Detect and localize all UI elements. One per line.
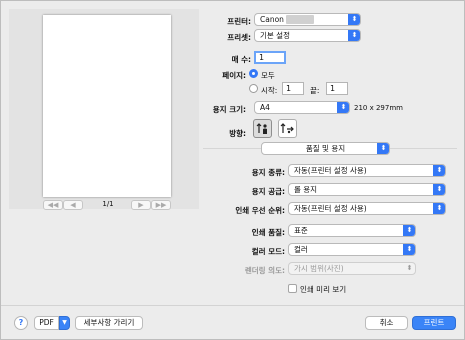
pages-range-radio[interactable] — [249, 84, 258, 93]
paper-size-popup[interactable]: A4 ⬍ — [254, 101, 350, 114]
rendering-intent-value: 가시 범위(사진) — [294, 264, 344, 273]
pages-to-field[interactable]: 1 — [326, 82, 348, 95]
landscape-button[interactable] — [278, 119, 297, 138]
preset-value: 기본 설정 — [260, 31, 290, 40]
section-popup[interactable]: 품질 및 용지 ⬍ — [261, 142, 390, 155]
print-quality-popup[interactable]: 표준 ⬍ — [288, 224, 416, 237]
hide-details-button[interactable]: 세부사항 가리기 — [75, 316, 143, 330]
paper-source-popup[interactable]: 롤 용지 ⬍ — [288, 183, 446, 196]
copies-field[interactable]: 1 — [254, 51, 286, 64]
media-type-value: 자동(프린터 설정 사용) — [294, 166, 367, 175]
pages-from-label: 시작: — [261, 86, 278, 95]
copies-label: 매 수: — [231, 55, 251, 64]
media-type-label: 용지 종류: — [251, 168, 285, 177]
printer-popup[interactable]: Canon TM-305 ⬍ — [254, 13, 361, 26]
popup-arrows-icon: ⬍ — [337, 102, 349, 113]
print-dialog: ◀◀ ◀ 1/1 ▶ ▶▶ 프린터: Canon TM-305 ⬍ 프리셋: 기… — [0, 0, 465, 340]
last-page-button[interactable]: ▶▶ — [151, 200, 171, 210]
print-preview-checkbox[interactable] — [288, 284, 297, 293]
pdf-menu-button[interactable]: ▼ — [59, 316, 70, 330]
print-quality-label: 인쇄 품질: — [251, 228, 285, 237]
portrait-icon — [256, 123, 267, 134]
popup-arrows-icon: ⬍ — [348, 30, 360, 41]
popup-arrows-icon: ⬍ — [403, 244, 415, 255]
help-button[interactable]: ? — [14, 316, 28, 330]
paper-source-label: 용지 공급: — [251, 187, 285, 196]
pdf-button[interactable]: PDF — [34, 316, 59, 330]
preset-label: 프리셋: — [227, 33, 251, 42]
popup-arrows-icon: ⬍ — [406, 264, 413, 272]
pages-all-radio[interactable] — [249, 69, 258, 78]
next-page-button[interactable]: ▶ — [131, 200, 151, 210]
print-preview-label: 인쇄 미리 보기 — [300, 285, 347, 294]
pages-to-label: 끝: — [310, 86, 320, 95]
footer-divider — [1, 305, 464, 306]
print-priority-popup[interactable]: 자동(프린터 설정 사용) ⬍ — [288, 202, 446, 215]
first-page-button[interactable]: ◀◀ — [43, 200, 63, 210]
paper-size-label: 용지 크기: — [212, 105, 246, 114]
popup-arrows-icon: ⬍ — [433, 165, 445, 176]
print-quality-value: 표준 — [294, 226, 308, 235]
paper-size-value: A4 — [260, 103, 270, 112]
print-button[interactable]: 프린트 — [412, 316, 456, 330]
media-type-popup[interactable]: 자동(프린터 설정 사용) ⬍ — [288, 164, 446, 177]
section-value: 품질 및 용지 — [305, 144, 346, 153]
pages-from-field[interactable]: 1 — [282, 82, 304, 95]
popup-arrows-icon: ⬍ — [403, 225, 415, 236]
cancel-button[interactable]: 취소 — [365, 316, 408, 330]
prev-page-button[interactable]: ◀ — [63, 200, 83, 210]
popup-arrows-icon: ⬍ — [433, 203, 445, 214]
popup-arrows-icon: ⬍ — [433, 184, 445, 195]
color-mode-value: 컬러 — [294, 245, 308, 254]
color-mode-label: 컬러 모드: — [251, 247, 285, 256]
color-mode-popup[interactable]: 컬러 ⬍ — [288, 243, 416, 256]
page-indicator: 1/1 — [102, 200, 114, 208]
page-preview — [43, 15, 171, 197]
orientation-label: 방향: — [229, 129, 246, 138]
printer-model-redacted: TM-305 — [286, 15, 315, 24]
preset-popup[interactable]: 기본 설정 ⬍ — [254, 29, 361, 42]
pages-label: 페이지: — [222, 71, 246, 80]
portrait-button[interactable] — [253, 119, 272, 138]
paper-source-value: 롤 용지 — [294, 185, 318, 194]
printer-label: 프린터: — [227, 17, 251, 26]
pages-all-label: 모두 — [261, 71, 275, 80]
print-priority-value: 자동(프린터 설정 사용) — [294, 204, 367, 213]
rendering-intent-label: 렌더링 의도: — [244, 266, 285, 275]
popup-arrows-icon: ⬍ — [348, 14, 360, 25]
print-priority-label: 인쇄 우선 순위: — [235, 206, 285, 215]
rendering-intent-popup: 가시 범위(사진) ⬍ — [288, 262, 416, 275]
popup-arrows-icon: ⬍ — [377, 143, 389, 154]
paper-dimensions: 210 x 297mm — [354, 104, 403, 112]
chevron-down-icon: ▼ — [62, 319, 67, 326]
printer-name: Canon — [260, 15, 284, 24]
landscape-icon — [280, 123, 294, 134]
